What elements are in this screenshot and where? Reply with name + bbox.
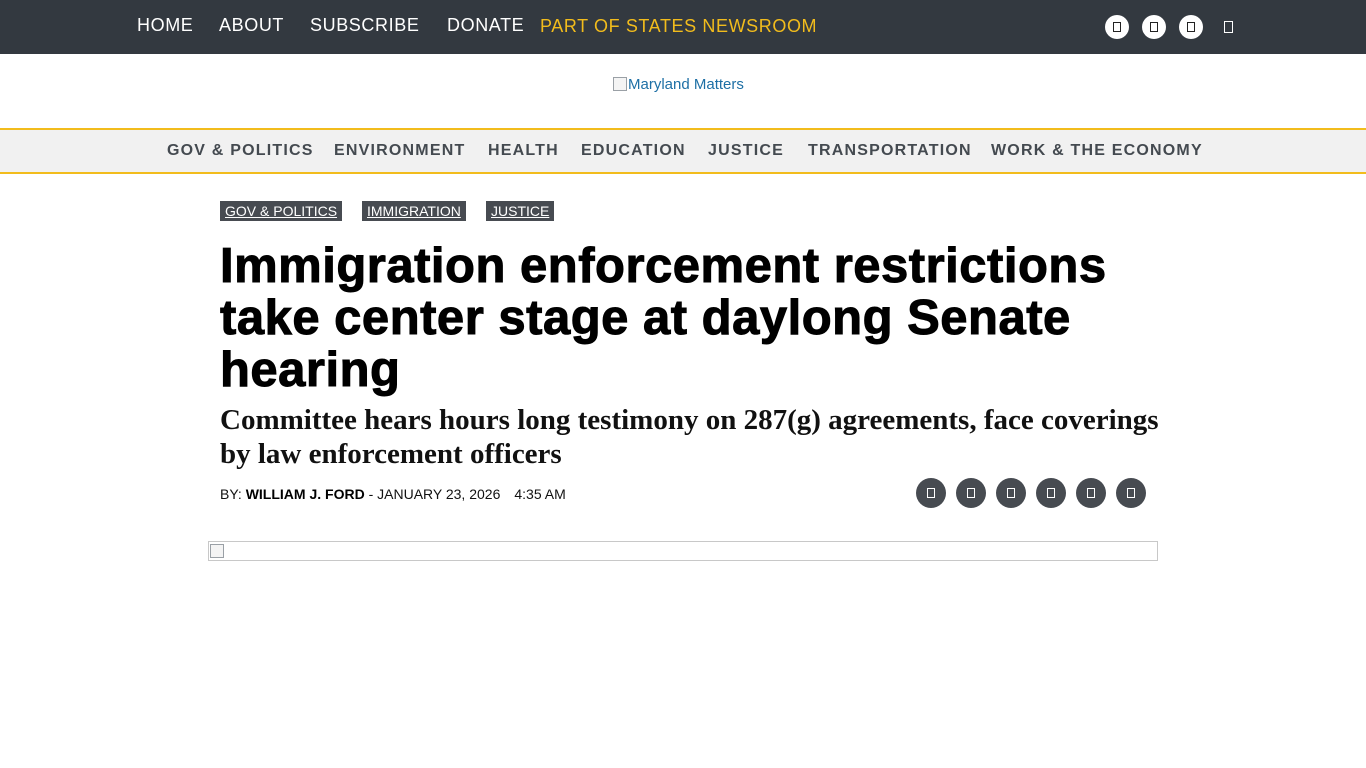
states-newsroom-link[interactable]: PART OF STATES NEWSROOM: [540, 16, 817, 37]
search-icon[interactable]: [1222, 19, 1234, 34]
publish-time: 4:35 AM: [514, 486, 566, 502]
top-bar: HOME ABOUT SUBSCRIBE DONATE PART OF STAT…: [0, 0, 1366, 54]
section-work-economy[interactable]: WORK & THE ECONOMY: [991, 142, 1203, 160]
hero-image: [208, 541, 1158, 561]
section-gov-politics[interactable]: GOV & POLITICS: [167, 142, 314, 160]
share-icon[interactable]: [1116, 478, 1146, 508]
social-icon[interactable]: [1142, 15, 1166, 39]
nav-about-link[interactable]: ABOUT: [219, 15, 284, 36]
section-education[interactable]: EDUCATION: [581, 142, 686, 160]
byline-prefix: BY:: [220, 486, 246, 502]
tag-gov-politics[interactable]: GOV & POLITICS: [220, 201, 343, 221]
logo-area: Maryland Matters: [0, 54, 1366, 128]
article-subhead: Committee hears hours long testimony on …: [220, 404, 1159, 470]
nav-subscribe-link[interactable]: SUBSCRIBE: [310, 15, 419, 36]
site-logo[interactable]: Maryland Matters: [613, 76, 744, 93]
share-icon[interactable]: [956, 478, 986, 508]
broken-image-icon: [613, 77, 627, 91]
section-nav: GOV & POLITICS ENVIRONMENT HEALTH EDUCAT…: [0, 128, 1366, 174]
nav-home-link[interactable]: HOME: [137, 15, 193, 36]
tag-justice[interactable]: JUSTICE: [486, 201, 555, 221]
section-environment[interactable]: ENVIRONMENT: [334, 142, 465, 160]
nav-donate-link[interactable]: DONATE: [447, 15, 524, 36]
social-icon[interactable]: [1105, 15, 1129, 39]
publish-date: - JANUARY 23, 2026: [364, 486, 501, 502]
logo-alt-text: Maryland Matters: [628, 76, 744, 93]
section-health[interactable]: HEALTH: [488, 142, 559, 160]
share-icon[interactable]: [1076, 478, 1106, 508]
article-headline: Immigration enforcement restrictions tak…: [220, 239, 1107, 397]
social-icon[interactable]: [1179, 15, 1203, 39]
author-link[interactable]: WILLIAM J. FORD: [246, 486, 365, 502]
broken-image-icon: [210, 544, 224, 558]
byline: BY: WILLIAM J. FORD - JANUARY 23, 2026 4:…: [220, 486, 566, 502]
share-icon[interactable]: [1036, 478, 1066, 508]
section-justice[interactable]: JUSTICE: [708, 142, 784, 160]
tag-immigration[interactable]: IMMIGRATION: [362, 201, 466, 221]
share-icon[interactable]: [996, 478, 1026, 508]
section-transportation[interactable]: TRANSPORTATION: [808, 142, 972, 160]
share-icon[interactable]: [916, 478, 946, 508]
